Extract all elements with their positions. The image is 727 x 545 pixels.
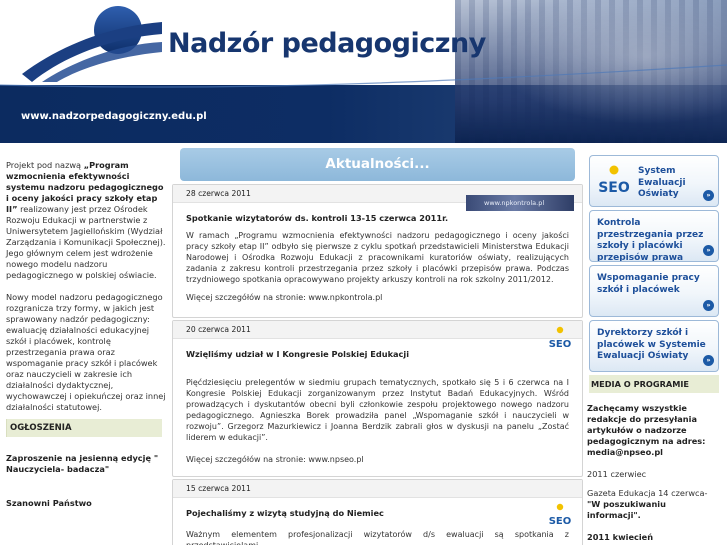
media-article[interactable]: Gazeta Edukacja 14 czerwca- "W poszukiwa… <box>587 488 719 521</box>
news-title[interactable]: Wzięliśmy udział w I Kongresie Polskiej … <box>173 349 582 359</box>
news-title[interactable]: Spotkanie wizytatorów ds. kontroli 13-15… <box>173 213 582 223</box>
intro-rest: realizowany jest przez Ośrodek Rozwoju E… <box>6 204 166 280</box>
arrow-right-icon: » <box>703 355 714 366</box>
news-body: Ważnym elementem profesjonalizacji wizyt… <box>186 530 569 545</box>
seo-logo-text: SEO <box>549 339 572 350</box>
wspomaganie-button[interactable]: Wspomaganie pracy szkół i placówek » <box>589 265 719 317</box>
month-label: 2011 kwiecień <box>587 532 654 542</box>
announcement-greeting: Szanowni Państwo <box>6 498 92 508</box>
news-item: 28 czerwca 2011 www.npkontrola.pl Spotka… <box>172 184 583 318</box>
wspomaganie-button-label: Wspomaganie pracy szkół i placówek <box>597 273 700 295</box>
announcement-link[interactable]: Zaproszenie na jesienną edycję " Nauczyc… <box>6 453 166 475</box>
seo-button[interactable]: SEO System Ewaluacji Oświaty » <box>589 155 719 207</box>
news-body: W ramach „Programu wzmocnienia efektywno… <box>186 231 569 284</box>
announcements-heading: OGŁOSZENIA <box>6 419 162 437</box>
site-title: Nadzór pedagogiczny <box>168 28 486 59</box>
seo-logo-icon[interactable]: SEO <box>548 502 572 530</box>
model-paragraph: Nowy model nadzoru pedagogicznego rozgra… <box>6 292 166 412</box>
media-intro: Zachęcamy wszystkie redakcje do przesyła… <box>587 403 706 457</box>
news-item: 15 czerwca 2011 SEO Pojechaliśmy z wizyt… <box>172 479 583 545</box>
site-url[interactable]: www.nadzorpedagogiczny.edu.pl <box>21 111 207 122</box>
seo-logo-icon: SEO <box>598 165 630 196</box>
news-list[interactable]: 28 czerwca 2011 www.npkontrola.pl Spotka… <box>172 184 583 545</box>
media-heading: MEDIA O PROGRAMIE <box>589 375 719 393</box>
right-column: SEO System Ewaluacji Oświaty » Kontrola … <box>587 155 719 543</box>
arrow-right-icon: » <box>703 190 714 201</box>
kontrola-button[interactable]: Kontrola przestrzegania przez szkoły i p… <box>589 210 719 262</box>
news-more-link[interactable]: Więcej szczegółów na stronie: www.npseo.… <box>173 455 582 464</box>
seo-logo-text: SEO <box>549 516 572 527</box>
news-date: 20 czerwca 2011 <box>173 321 582 339</box>
left-column: Projekt pod nazwą „Program wzmocnienia e… <box>6 160 166 508</box>
news-more-link[interactable]: Więcej szczegółów na stronie: www.npkont… <box>173 293 582 302</box>
seo-button-label: System Ewaluacji Oświaty <box>638 166 686 199</box>
arrow-right-icon: » <box>703 245 714 256</box>
news-date: 15 czerwca 2011 <box>173 480 582 498</box>
arrow-right-icon: » <box>703 300 714 311</box>
npkontrola-thumbnail[interactable]: www.npkontrola.pl <box>466 195 574 211</box>
kontrola-button-label: Kontrola przestrzegania przez szkoły i p… <box>597 218 704 262</box>
intro-prefix: Projekt pod nazwą <box>6 160 84 170</box>
dyrektorzy-button[interactable]: Dyrektorzy szkół i placówek w Systemie E… <box>589 320 719 372</box>
news-body: Pięćdziesięciu prelegentów w siedmiu gru… <box>186 378 569 442</box>
article-source: Gazeta Edukacja 14 czerwca- <box>587 488 708 498</box>
news-column: Aktualności... 28 czerwca 2011 www.npkon… <box>172 148 583 545</box>
seo-logo-icon[interactable]: SEO <box>548 325 572 353</box>
news-item: 20 czerwca 2011 SEO Wzięliśmy udział w I… <box>172 320 583 477</box>
intro-paragraph: Projekt pod nazwą „Program wzmocnienia e… <box>6 160 166 281</box>
news-title[interactable]: Pojechaliśmy z wizytą studyjną do Niemie… <box>173 508 582 518</box>
article-title: "W poszukiwaniu informacji". <box>587 499 666 520</box>
site-header: Nadzór pedagogiczny www.nadzorpedagogicz… <box>0 0 727 143</box>
seo-logo-text: SEO <box>598 180 630 196</box>
month-label: 2011 czerwiec <box>587 469 647 479</box>
dyrektorzy-button-label: Dyrektorzy szkół i placówek w Systemie E… <box>597 328 706 361</box>
news-heading: Aktualności... <box>180 148 575 181</box>
site-logo-icon[interactable] <box>22 4 162 82</box>
